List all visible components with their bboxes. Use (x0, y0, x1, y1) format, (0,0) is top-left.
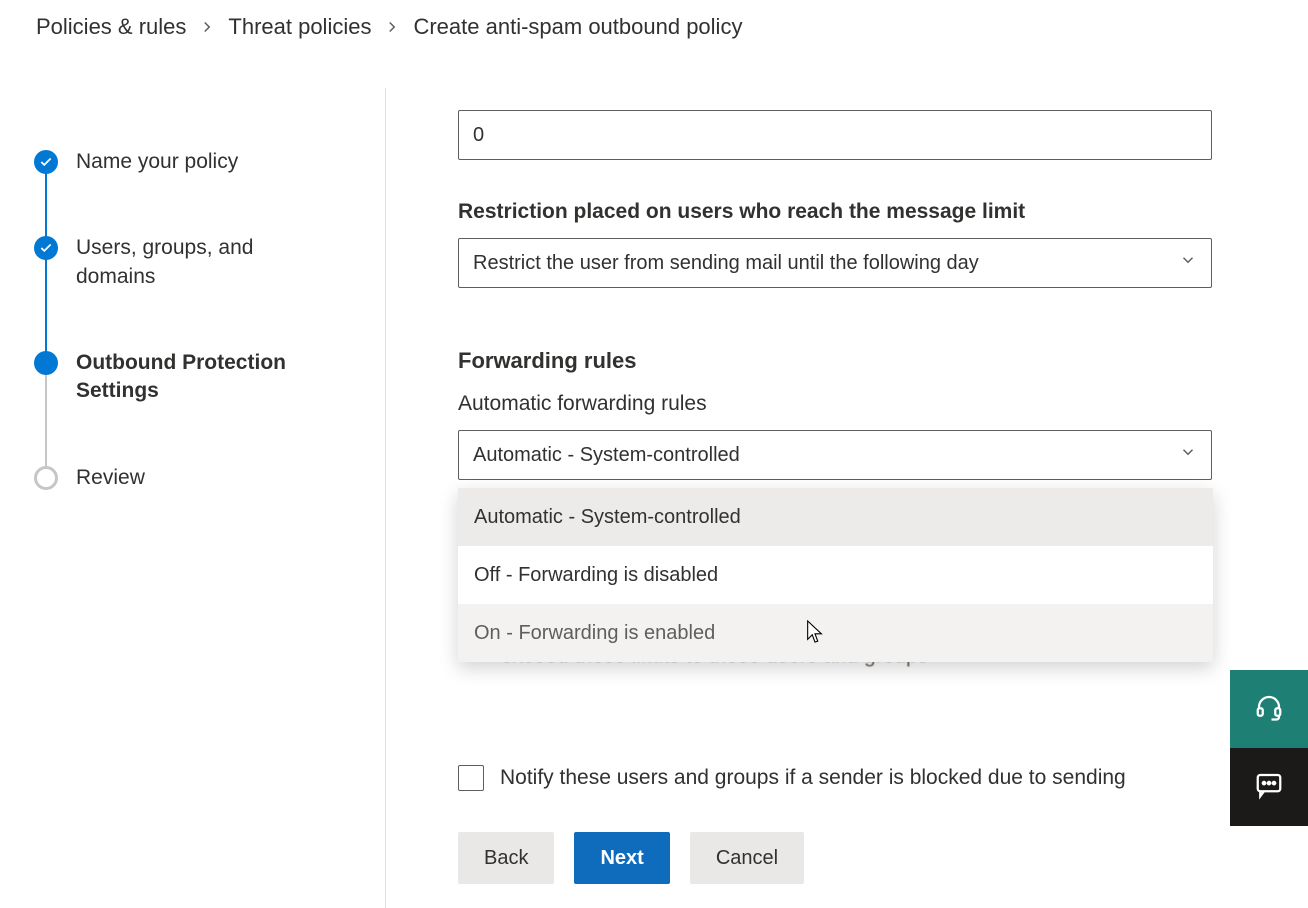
back-button[interactable]: Back (458, 832, 554, 884)
step-review[interactable]: Review (34, 464, 354, 492)
feedback-button[interactable] (1230, 748, 1308, 826)
daily-limit-label: Set a daily message limit (458, 88, 1212, 96)
step-label: Review (76, 464, 145, 492)
breadcrumb-item-create: Create anti-spam outbound policy (413, 14, 742, 40)
restriction-label: Restriction placed on users who reach th… (458, 200, 1212, 224)
current-step-icon (34, 351, 58, 375)
auto-forward-select-value: Automatic - System-controlled (473, 444, 740, 467)
restriction-select[interactable]: Restrict the user from sending mail unti… (458, 238, 1212, 288)
auto-forward-option-off[interactable]: Off - Forwarding is disabled (458, 546, 1213, 604)
chat-icon (1254, 770, 1284, 805)
support-float-gutter (1230, 670, 1308, 826)
restriction-select-value: Restrict the user from sending mail unti… (473, 252, 979, 275)
wizard-footer: Back Next Cancel (386, 808, 1308, 908)
help-button[interactable] (1230, 670, 1308, 748)
step-connector (45, 373, 47, 468)
auto-forward-option-on[interactable]: On - Forwarding is enabled (458, 604, 1213, 662)
chevron-right-icon (379, 18, 405, 36)
step-label: Outbound Protection Settings (76, 349, 306, 406)
notify-checkbox[interactable] (458, 765, 484, 791)
auto-forward-dropdown: Automatic - System-controlled Off - Forw… (458, 488, 1213, 662)
notify-checkbox-label: Notify these users and groups if a sende… (500, 762, 1208, 798)
daily-message-limit-input[interactable] (458, 110, 1212, 160)
chevron-down-icon (1179, 443, 1197, 467)
auto-forward-select[interactable]: Automatic - System-controlled (458, 430, 1212, 480)
upcoming-step-icon (34, 466, 58, 490)
step-label: Users, groups, and domains (76, 234, 306, 291)
wizard-stepper: Name your policy Users, groups, and doma… (34, 148, 354, 492)
check-icon (34, 150, 58, 174)
step-connector (45, 172, 47, 238)
step-users-groups[interactable]: Users, groups, and domains (34, 234, 354, 349)
step-outbound-protection[interactable]: Outbound Protection Settings (34, 349, 354, 464)
step-connector (45, 258, 47, 353)
forwarding-rules-title: Forwarding rules (458, 348, 1308, 374)
auto-forward-option-automatic[interactable]: Automatic - System-controlled (458, 488, 1213, 546)
next-button[interactable]: Next (574, 832, 669, 884)
step-label: Name your policy (76, 148, 238, 176)
breadcrumb-item-threat[interactable]: Threat policies (228, 14, 371, 40)
cancel-button[interactable]: Cancel (690, 832, 804, 884)
headset-icon (1254, 692, 1284, 727)
step-name-policy[interactable]: Name your policy (34, 148, 354, 234)
auto-forward-label: Automatic forwarding rules (458, 392, 1212, 416)
chevron-right-icon (194, 18, 220, 36)
breadcrumb-item-policies[interactable]: Policies & rules (36, 14, 186, 40)
form-pane: Set a daily message limit Restriction pl… (386, 88, 1308, 798)
breadcrumb: Policies & rules Threat policies Create … (0, 0, 1308, 59)
chevron-down-icon (1179, 251, 1197, 275)
check-icon (34, 236, 58, 260)
